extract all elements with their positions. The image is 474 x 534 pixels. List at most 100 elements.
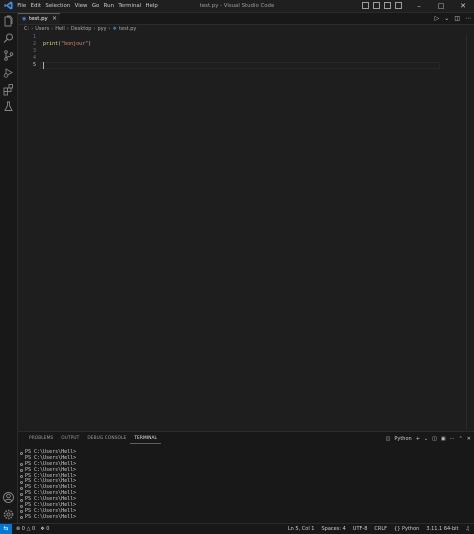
line-number: 1 [32,34,36,40]
breadcrumb-item[interactable]: Users [35,26,49,32]
close-window-icon[interactable]: ✕ [452,0,474,12]
title-bar: File Edit Selection View Go Run Terminal… [0,0,474,13]
line-number: 4 [32,55,36,61]
run-debug-icon[interactable] [2,66,15,79]
line-number: 3 [32,48,36,54]
chevron-right-icon: › [66,25,69,32]
line-number: 2 [32,41,36,47]
breadcrumb-item[interactable]: test.py [119,26,136,32]
python-file-icon: ◉ [22,16,27,22]
more-actions-icon[interactable]: ⋯ [450,435,455,443]
menu-run[interactable]: Run [101,0,116,12]
line-number: 5 [32,62,36,68]
command-decoration-icon[interactable] [20,516,23,520]
code-function: print [43,41,59,47]
more-actions-icon[interactable]: ⋯ [465,14,471,23]
text-cursor [43,62,44,69]
code-line: 3 [18,48,474,55]
extensions-icon[interactable] [2,83,15,96]
terminal-icon: ◫ [385,436,391,442]
error-icon: ⊗ [16,526,21,532]
tab-problems[interactable]: PROBLEMS [25,435,57,444]
command-decoration-icon[interactable] [20,463,23,467]
current-line-highlight [40,62,440,69]
panel-tabs: PROBLEMS OUTPUT DEBUG CONSOLE TERMINAL [25,435,161,444]
code-line: 2 print("bonjour") [18,41,474,48]
warning-icon: △ [26,526,31,532]
menu-file[interactable]: File [15,0,28,12]
run-dropdown-chevron-icon[interactable]: ⌄ [444,14,449,23]
manage-gear-icon[interactable] [2,508,15,521]
command-decoration-icon[interactable] [20,498,23,502]
editor-actions: ▷ ⌄ ◫ ⋯ [435,14,471,23]
editor-scrollbar[interactable] [466,34,474,430]
vscode-logo-icon [4,1,13,10]
menu-go[interactable]: Go [90,0,102,12]
run-python-file-icon[interactable]: ▷ [435,14,440,23]
toggle-panel-icon[interactable] [373,2,380,9]
menu-help[interactable]: Help [143,0,160,12]
broadcast-icon: ❖ [40,526,45,532]
command-decoration-icon[interactable] [20,510,23,514]
tab-output[interactable]: OUTPUT [57,435,83,444]
code-text: print("bonjour") [43,41,91,48]
terminal-shell-label[interactable]: Python [394,435,411,443]
chevron-right-icon: › [51,25,54,32]
command-decoration-icon[interactable] [20,469,23,473]
tab-test-py[interactable]: ◉ test.py × [18,13,60,24]
minimize-icon[interactable]: – [408,0,430,12]
chevron-right-icon: › [31,25,34,32]
split-editor-icon[interactable]: ◫ [454,14,460,23]
command-decoration-icon[interactable] [20,504,23,508]
panel-actions: ◫ Python + ⌄ ◫ ▣ ⋯ ⌃ ✕ [386,435,471,443]
terminal-output[interactable]: PS C:\Users\Hell> PS C:\Users\Hell> PS C… [18,449,474,521]
terminal-line: PS C:\Users\Hell> [18,514,474,521]
menu-bar: File Edit Selection View Go Run Terminal… [15,0,160,12]
chevron-right-icon: › [108,25,111,32]
window-controls: – □ ✕ [408,0,474,12]
braces-icon: {} [394,526,401,532]
breadcrumb-item[interactable]: C: [24,26,29,32]
command-decoration-icon[interactable] [20,492,23,496]
code-string: "bonjour" [61,41,89,47]
command-decoration-icon[interactable] [20,486,23,490]
breadcrumb-item[interactable]: Hell [55,26,65,32]
layout-controls [362,2,402,9]
chevron-down-icon[interactable]: ⌄ [424,435,428,443]
trash-icon[interactable]: ▣ [441,435,446,443]
toggle-sidebar-icon[interactable] [362,2,369,9]
menu-terminal[interactable]: Terminal [116,0,143,12]
maximize-icon[interactable]: □ [430,0,452,12]
command-decoration-icon[interactable] [20,475,23,479]
code-line: 5 [18,62,474,69]
menu-view[interactable]: View [72,0,89,12]
code-line: 1 [18,34,474,41]
toggle-secondary-sidebar-icon[interactable] [384,2,391,9]
python-file-icon: ❖ [112,25,118,32]
source-control-icon[interactable] [2,49,15,62]
accounts-icon[interactable] [2,491,15,504]
activity-bar [0,13,18,523]
tab-terminal[interactable]: TERMINAL [130,435,161,444]
testing-flask-icon[interactable] [2,100,15,113]
breadcrumb-item[interactable]: pyy [97,26,106,32]
tab-debug-console[interactable]: DEBUG CONSOLE [83,435,130,444]
split-terminal-icon[interactable]: ◫ [432,435,437,443]
breadcrumb-item[interactable]: Desktop [71,26,92,32]
tab-close-icon[interactable]: × [52,14,57,24]
code-editor[interactable]: 1 2 print("bonjour") 3 4 5 [18,34,474,430]
breadcrumb: C: › Users › Hell › Desktop › pyy › ❖ test.py [24,24,136,33]
bottom-panel: PROBLEMS OUTPUT DEBUG CONSOLE TERMINAL ◫… [18,431,474,524]
status-bar: ⇆ ⊗ 0 △ 0 ❖ 0 Ln 5, Col 1 Spaces: 4 UTF-… [0,523,474,534]
customize-layout-icon[interactable] [395,2,402,9]
explorer-icon[interactable] [2,15,15,28]
new-terminal-icon[interactable]: + [416,435,420,443]
close-panel-icon[interactable]: ✕ [467,435,471,443]
command-decoration-icon[interactable] [20,451,23,455]
search-icon[interactable] [2,32,15,45]
menu-edit[interactable]: Edit [28,0,43,12]
menu-selection[interactable]: Selection [43,0,72,12]
maximize-panel-icon[interactable]: ⌃ [459,435,463,443]
command-decoration-icon[interactable] [20,480,23,484]
chevron-right-icon: › [93,25,96,32]
